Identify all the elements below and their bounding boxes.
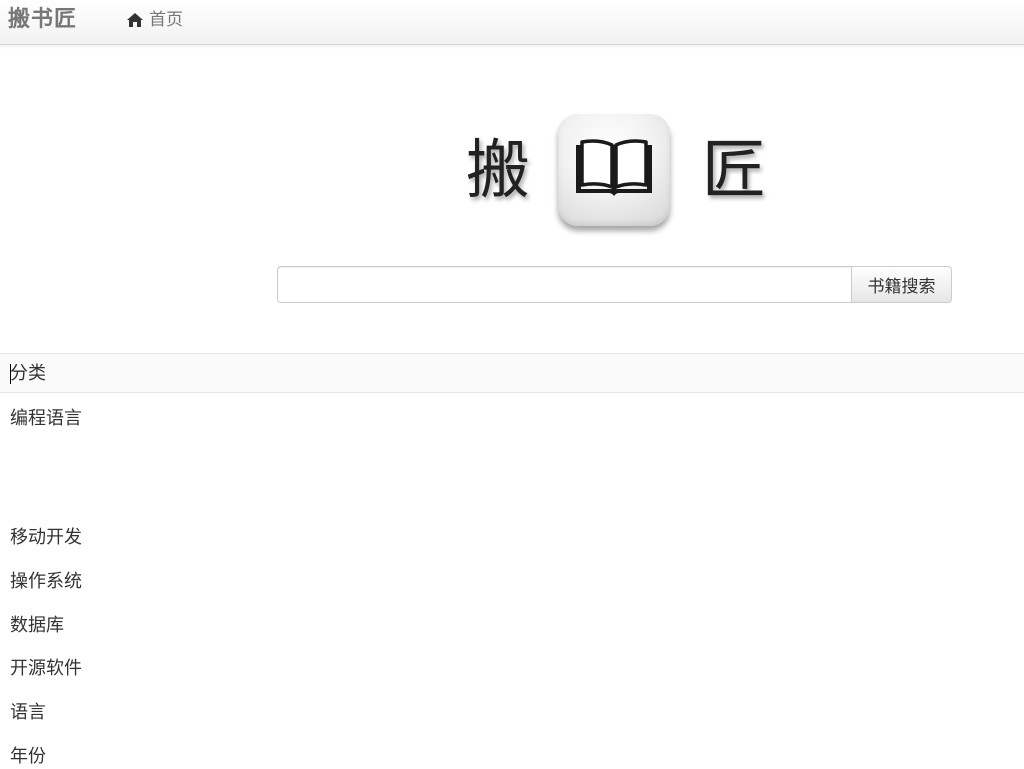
brand-link[interactable]: 搬书匠 xyxy=(8,6,77,34)
category-item-open-source[interactable]: 开源软件 xyxy=(10,657,82,681)
category-item-programming[interactable]: 编程语言 xyxy=(10,407,82,431)
home-icon xyxy=(126,12,144,28)
search-button[interactable]: 书籍搜索 xyxy=(851,266,952,303)
category-item-year[interactable]: 年份 xyxy=(10,745,46,769)
nav-home-link[interactable]: 首页 xyxy=(126,8,183,32)
text-cursor xyxy=(10,364,11,384)
site-logo: 搬 匠 xyxy=(462,114,772,232)
category-header-label: 分类 xyxy=(10,363,46,384)
category-item-os[interactable]: 操作系统 xyxy=(10,570,82,594)
logo-char-left: 搬 xyxy=(466,134,530,208)
search-input[interactable] xyxy=(277,266,851,303)
category-header: 分类 xyxy=(0,353,1024,393)
open-book-icon xyxy=(558,114,670,226)
search-form: 书籍搜索 xyxy=(277,266,952,303)
navbar: 搬书匠 首页 xyxy=(0,0,1024,45)
nav-home-label: 首页 xyxy=(149,10,183,30)
category-item-mobile[interactable]: 移动开发 xyxy=(10,526,82,550)
logo-char-right: 匠 xyxy=(702,134,766,208)
category-item-database[interactable]: 数据库 xyxy=(10,614,64,638)
category-item-language[interactable]: 语言 xyxy=(10,701,46,725)
